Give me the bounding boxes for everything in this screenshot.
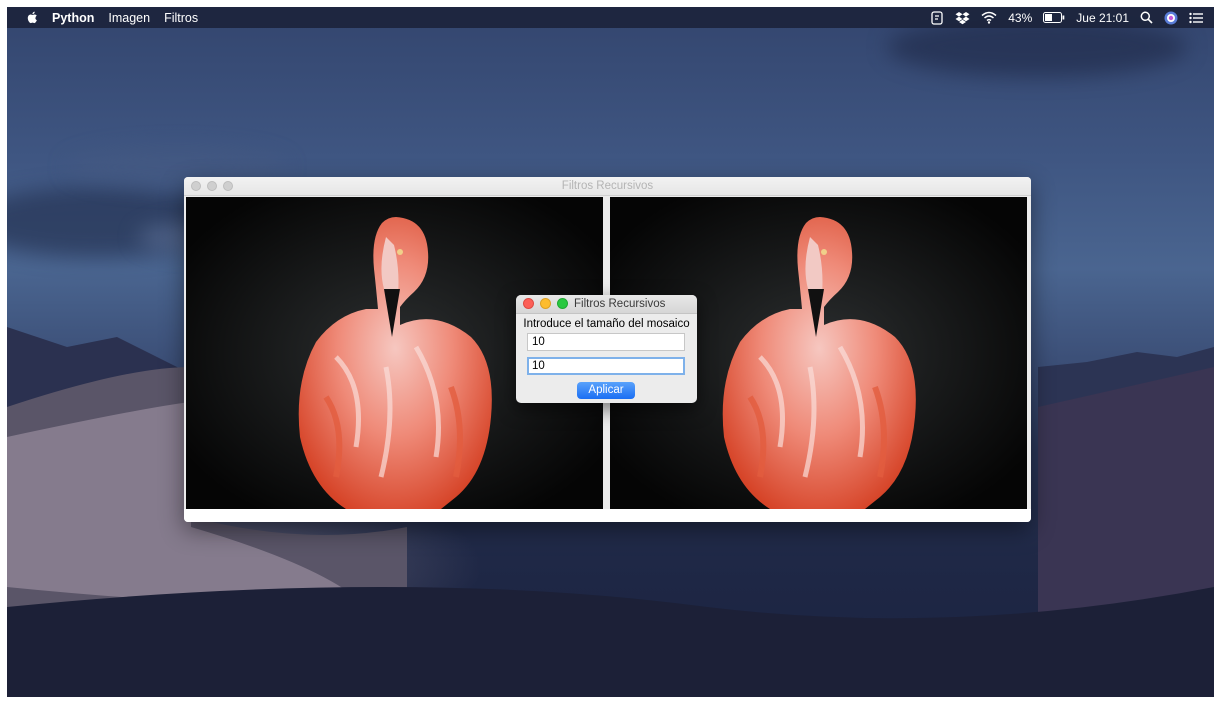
search-icon[interactable]: [1140, 11, 1153, 24]
dialog-minimize-button[interactable]: [540, 298, 551, 309]
main-window-titlebar[interactable]: Filtros Recursivos: [184, 177, 1031, 196]
apple-icon[interactable]: [26, 11, 38, 24]
siri-icon[interactable]: [1164, 11, 1178, 25]
menu-app-name[interactable]: Python: [52, 11, 94, 25]
mosaic-size-dialog: Filtros Recursivos Introduce el tamaño d…: [516, 295, 697, 403]
minimize-button[interactable]: [207, 181, 217, 191]
dialog-zoom-button[interactable]: [557, 298, 568, 309]
main-window-footer: [184, 509, 1031, 522]
mosaic-height-input[interactable]: [527, 357, 685, 375]
close-button[interactable]: [191, 181, 201, 191]
menu-filtros[interactable]: Filtros: [164, 11, 198, 25]
menu-bar: Python Imagen Filtros 43% Jue 21:01: [7, 7, 1214, 28]
dialog-titlebar[interactable]: Filtros Recursivos: [516, 295, 697, 314]
dropbox-icon[interactable]: [955, 11, 970, 25]
mosaic-width-input[interactable]: [527, 333, 685, 351]
apply-button[interactable]: Aplicar: [577, 382, 635, 399]
notification-center-icon[interactable]: [1189, 12, 1204, 24]
wifi-icon[interactable]: [981, 11, 997, 24]
dialog-title: Filtros Recursivos: [574, 298, 666, 310]
main-window-title: Filtros Recursivos: [561, 180, 654, 192]
dialog-close-button[interactable]: [523, 298, 534, 309]
dialog-prompt: Introduce el tamaño del mosaico: [523, 318, 690, 330]
menu-imagen[interactable]: Imagen: [108, 11, 150, 25]
zoom-button[interactable]: [223, 181, 233, 191]
menu-clock[interactable]: Jue 21:01: [1076, 11, 1129, 25]
evernote-icon[interactable]: [930, 10, 944, 25]
battery-icon[interactable]: [1043, 12, 1065, 23]
battery-percent[interactable]: 43%: [1008, 11, 1032, 25]
